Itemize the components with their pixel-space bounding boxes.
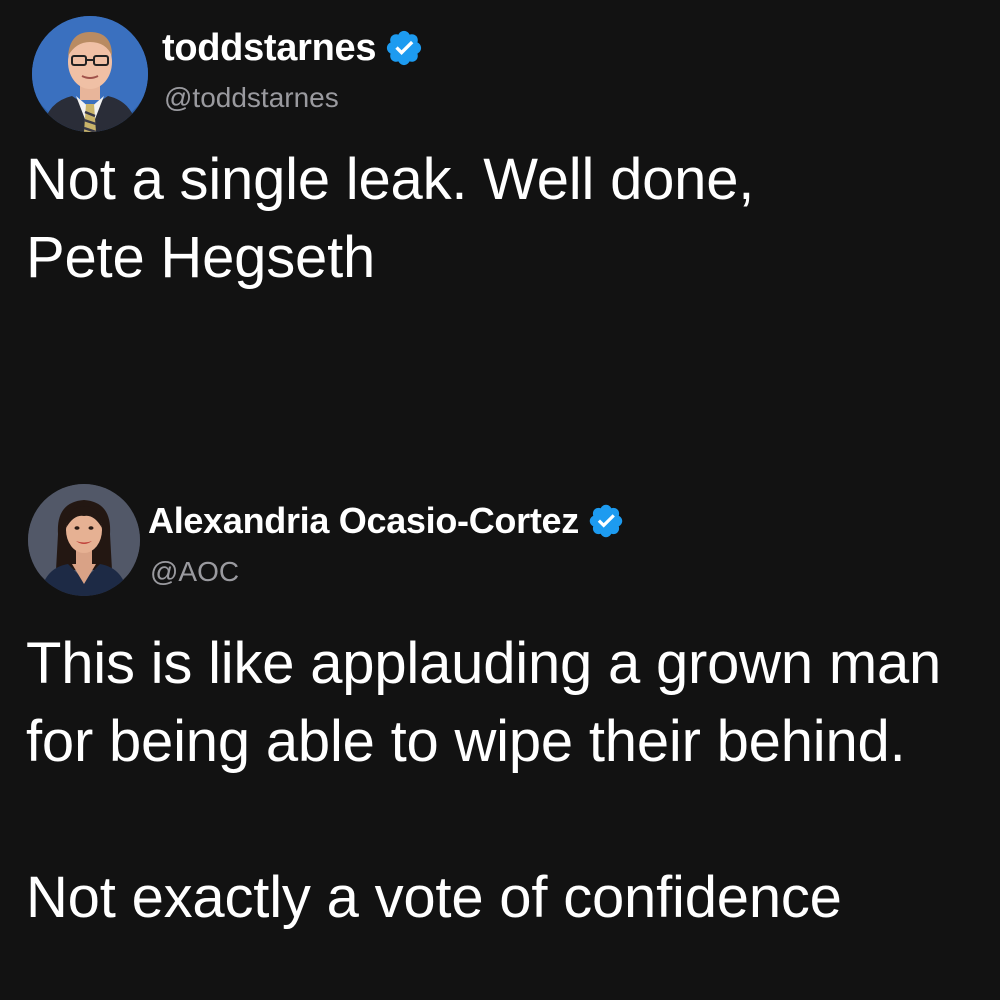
handle[interactable]: @AOC <box>150 556 239 588</box>
display-name[interactable]: toddstarnes <box>162 27 376 70</box>
tweet-text: Not a single leak. Well done, Pete Hegse… <box>26 147 755 290</box>
tweet-text: This is like applauding a grown man for … <box>26 631 942 930</box>
avatar[interactable] <box>32 16 148 132</box>
verified-badge-icon <box>384 28 424 68</box>
verified-badge-icon <box>587 502 625 540</box>
name-row: toddstarnes <box>162 22 424 74</box>
tweet-1: toddstarnes @toddstarnes Not a single le… <box>0 0 1000 470</box>
name-row: Alexandria Ocasio-Cortez <box>148 498 625 544</box>
avatar[interactable] <box>28 484 140 596</box>
display-name[interactable]: Alexandria Ocasio-Cortez <box>148 500 579 542</box>
tweet-2: Alexandria Ocasio-Cortez @AOC This is li… <box>0 470 1000 1000</box>
handle[interactable]: @toddstarnes <box>164 82 339 114</box>
